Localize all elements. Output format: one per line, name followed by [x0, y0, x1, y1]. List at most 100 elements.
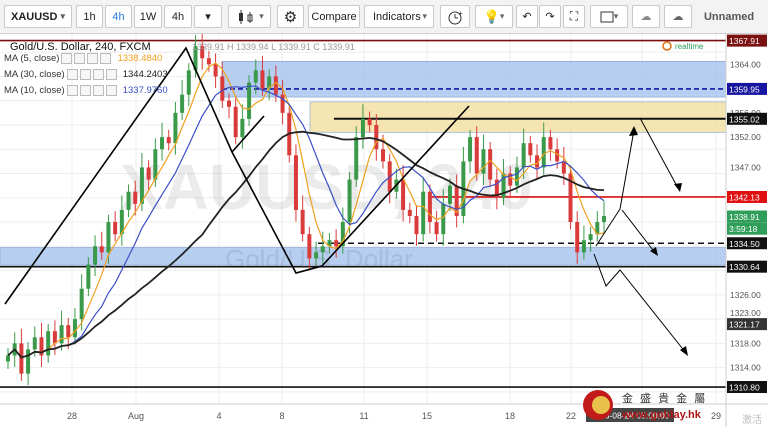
more-icon[interactable] [105, 85, 117, 96]
corner-text: 激活 [742, 413, 762, 426]
redo-button[interactable]: ↷ [539, 5, 561, 28]
price-tick-label: 1347.00 [730, 162, 761, 172]
close-icon[interactable] [92, 69, 104, 80]
undo-button[interactable]: ↶ [516, 5, 538, 28]
gear-icon[interactable] [79, 85, 91, 96]
gear-icon[interactable] [74, 53, 86, 64]
candle-body [468, 137, 473, 162]
price-tag-label: 3:59:18 [729, 224, 758, 234]
eye-icon[interactable] [66, 85, 78, 96]
candle-body [72, 319, 77, 338]
layout-button[interactable]: ▾ [590, 5, 628, 28]
zone-0 [221, 60, 727, 98]
cloud-load-button[interactable]: ☁ [632, 5, 660, 28]
price-tag-label: 1321.17 [729, 320, 760, 330]
chevron-down-icon: ▾ [259, 11, 264, 21]
lightbulb-icon: 💡 [483, 8, 500, 24]
fullscreen-button[interactable]: ⛶ [563, 5, 585, 28]
legend-value-ma30: 1344.2403 [122, 69, 168, 80]
cloud-save-button[interactable]: ☁ [664, 5, 692, 28]
time-tick-label: 4 [216, 411, 221, 421]
legend-ma10[interactable]: MA (10, close) 1337.9760 [4, 85, 168, 96]
idea-button[interactable]: 💡 ▾ [475, 5, 513, 28]
legend-label-ma10: MA (10, close) [4, 85, 65, 96]
chevron-down-icon: ▾ [422, 11, 427, 21]
candle-body [173, 112, 178, 144]
eye-icon[interactable] [61, 53, 73, 64]
candle-body [52, 331, 57, 344]
symbol-label: XAUUSD [11, 10, 58, 23]
interval-button-2[interactable]: 4h [105, 5, 132, 28]
chart-type-button[interactable]: ▾ [228, 5, 271, 28]
candle-body [93, 246, 98, 265]
chart-area[interactable]: XAUUSD, 240 Gold/U.S. Dollar 1364.001356… [0, 31, 768, 427]
compare-button[interactable]: Compare [308, 5, 360, 28]
candle-body [226, 100, 231, 107]
candle-body [260, 70, 265, 89]
interval-dropdown[interactable]: ▾ [194, 5, 222, 28]
candle-body [59, 325, 64, 344]
candle-body [441, 203, 446, 235]
candle-body [186, 70, 191, 95]
candle-body [347, 179, 352, 223]
price-tick-label: 1352.00 [730, 132, 761, 142]
candle-body [588, 234, 593, 241]
more-icon[interactable] [100, 53, 112, 64]
candle-body [447, 185, 452, 204]
candle-body [307, 234, 312, 259]
candle-body [146, 167, 151, 180]
top-toolbar: XAUUSD ▾ 1h 4h 1W 4h ▾ ▾ ⚙ Compare Indic… [0, 0, 768, 34]
watermark-big: XAUUSD, 240 [120, 151, 533, 223]
eye-icon[interactable] [66, 69, 78, 80]
price-tag-label: 1330.64 [729, 262, 760, 272]
interval-button-3[interactable]: 1W [134, 5, 162, 28]
interval-button-4[interactable]: 4h [164, 5, 192, 28]
candle-body [99, 246, 104, 253]
gear-icon[interactable] [79, 69, 91, 80]
indicators-label: Indicators [373, 10, 421, 23]
candle-body [401, 179, 406, 210]
candle-body [293, 155, 298, 210]
close-icon[interactable] [92, 85, 104, 96]
price-tag-label: 1367.91 [729, 36, 760, 46]
candle-body [213, 64, 218, 77]
legend-ma30[interactable]: MA (30, close) 1344.2403 [4, 69, 168, 80]
layout-name[interactable]: Unnamed [696, 5, 762, 28]
more-icon[interactable] [105, 69, 117, 80]
candle-body [421, 191, 426, 235]
candle-body [26, 349, 31, 374]
candle-body [514, 167, 519, 186]
candle-body [334, 240, 339, 247]
candle-body [220, 76, 225, 101]
candle-body [300, 209, 305, 235]
settings-button[interactable]: ⚙ [277, 5, 304, 28]
cloud-icon: ☁ [640, 11, 652, 23]
price-tag-label: 1359.95 [729, 84, 760, 94]
candle-body [367, 118, 372, 125]
candle-body [474, 137, 479, 174]
alert-button[interactable]: + [440, 5, 470, 28]
logo-url: www.golday.hk [621, 409, 702, 421]
candle-body [160, 137, 165, 150]
layout-icon [600, 11, 614, 22]
price-tick-label: 1318.00 [730, 338, 761, 348]
price-axis[interactable]: 1364.001356.001352.001347.001338.001326.… [726, 34, 768, 427]
candle-body [106, 222, 111, 253]
indicators-button[interactable]: Indicators ▾ [364, 5, 434, 28]
close-icon[interactable] [87, 53, 99, 64]
brand-logo: 金 盛 貴 金 屬 www.golday.hk [582, 387, 722, 432]
chevron-down-icon: ▾ [205, 11, 211, 23]
candle-body [206, 58, 211, 65]
candle-body [180, 94, 185, 113]
legend-ma5[interactable]: MA (5, close) 1338.4840 [4, 53, 162, 64]
symbol-search[interactable]: XAUUSD ▾ [4, 5, 72, 28]
legend-value-ma10: 1337.9760 [122, 85, 168, 96]
candle-body [32, 337, 37, 350]
fullscreen-icon: ⛶ [569, 9, 579, 23]
ohlc-values: 1339.91 H 1339.94 L 1339.91 C 1339.91 [192, 42, 355, 52]
price-tick-label: 1314.00 [730, 363, 761, 373]
interval-button-1[interactable]: 1h [76, 5, 103, 28]
chevron-down-icon: ▾ [60, 11, 65, 21]
time-tick-label: 28 [67, 411, 77, 421]
candle-body [320, 246, 325, 253]
